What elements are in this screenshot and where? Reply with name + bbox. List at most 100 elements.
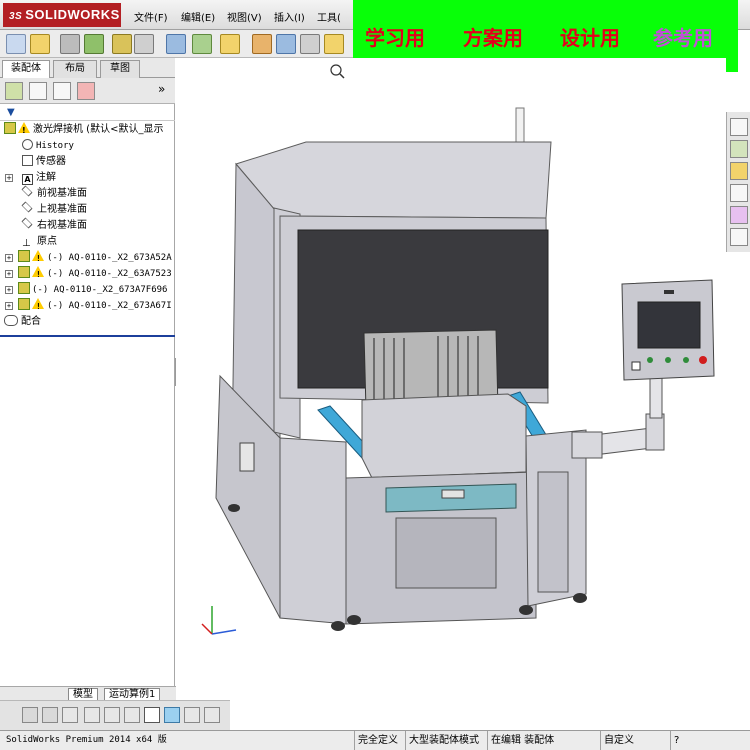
display-manager-icon[interactable] xyxy=(77,82,95,100)
tree-item-assembly[interactable]: 激光焊接机 (默认<默认_显示 xyxy=(4,122,163,139)
configuration-manager-icon[interactable] xyxy=(53,82,71,100)
graphics-area[interactable] xyxy=(176,58,726,690)
tree-item-label: 上视基准面 xyxy=(37,204,87,215)
tree-item-part[interactable]: + (-) AQ-0110-_X2_63A7523 xyxy=(0,266,172,283)
tree-item-label: 配合 xyxy=(21,316,41,327)
feature-manager-icon[interactable] xyxy=(5,82,23,100)
exploded-view-icon[interactable] xyxy=(324,34,344,54)
status-editing: 在编辑 装配体 xyxy=(487,731,554,750)
tree-item-sensors[interactable]: 传感器 xyxy=(22,154,66,170)
custom-properties-icon[interactable] xyxy=(730,228,748,246)
expand-icon[interactable]: + xyxy=(5,302,13,310)
tree-item-label: (-) AQ-0110-_X2_673A7F696 xyxy=(32,285,168,295)
pin-icon[interactable] xyxy=(60,34,80,54)
rollback-bar[interactable] xyxy=(0,335,175,337)
tab-assembly[interactable]: 装配体 xyxy=(2,60,50,78)
part-icon xyxy=(18,298,30,310)
status-units-custom[interactable]: 自定义 xyxy=(600,731,634,750)
history-icon xyxy=(22,139,33,150)
file-explorer-icon[interactable] xyxy=(730,162,748,180)
annotation-icon: A xyxy=(22,172,33,185)
apply-scene-icon[interactable] xyxy=(124,707,140,723)
tree-item-mates[interactable]: 配合 xyxy=(4,314,41,330)
tree-item-part[interactable]: + (-) AQ-0110-_X2_673A52A xyxy=(0,250,172,267)
status-large-assembly-mode: 大型装配体模式 xyxy=(405,731,479,750)
tree-item-right-plane[interactable]: 右视基准面 xyxy=(21,217,87,234)
previous-view-icon[interactable] xyxy=(22,707,38,723)
expand-icon[interactable]: + xyxy=(5,174,13,182)
tree-item-top-plane[interactable]: 上视基准面 xyxy=(21,201,87,218)
heads-up-toolbar xyxy=(0,700,230,730)
view-orientation-icon[interactable] xyxy=(164,707,180,723)
tab-sketch[interactable]: 草图 xyxy=(100,60,140,78)
menu-edit[interactable]: 编辑(E) xyxy=(181,9,215,24)
tree-item-history[interactable]: History xyxy=(22,138,74,154)
tree-item-annotations[interactable]: + A 注解 xyxy=(0,170,56,186)
realview-icon[interactable] xyxy=(184,707,200,723)
mate-icon[interactable] xyxy=(134,34,154,54)
plane-icon xyxy=(21,201,33,213)
tree-item-label: 原点 xyxy=(37,236,57,247)
tree-item-part[interactable]: + (-) AQ-0110-_X2_673A67I xyxy=(0,298,172,315)
panel-tabs: 装配体 布局 草图 xyxy=(0,58,175,78)
part-icon xyxy=(18,250,30,262)
more-panels-button[interactable]: » xyxy=(158,82,165,96)
appearances-icon[interactable] xyxy=(730,206,748,224)
new-document-icon[interactable] xyxy=(6,34,26,54)
filter-bar[interactable]: ▼ xyxy=(0,105,175,121)
sensor-icon xyxy=(22,155,33,166)
solidworks-logo[interactable]: 3S SOLIDWORKS xyxy=(3,3,121,27)
section-view-icon[interactable] xyxy=(42,707,58,723)
menu-tools[interactable]: 工具( xyxy=(317,9,341,24)
tab-layout[interactable]: 布局 xyxy=(53,60,97,78)
move-component-icon[interactable] xyxy=(166,34,186,54)
solidworks-resources-icon[interactable] xyxy=(730,118,748,136)
part-icon xyxy=(18,282,30,294)
expand-icon[interactable]: + xyxy=(5,286,13,294)
status-bar: SolidWorks Premium 2014 x64 版 完全定义 大型装配体… xyxy=(0,730,750,750)
bill-of-materials-icon[interactable] xyxy=(300,34,320,54)
design-library-icon[interactable] xyxy=(730,140,748,158)
warning-icon xyxy=(32,250,44,267)
expand-icon[interactable]: + xyxy=(5,270,13,278)
warning-icon xyxy=(18,122,30,139)
new-motion-study-icon[interactable] xyxy=(276,34,296,54)
property-manager-icon[interactable] xyxy=(29,82,47,100)
tree-item-label: 右视基准面 xyxy=(37,220,87,231)
help-icon[interactable]: ? xyxy=(670,731,679,750)
warning-icon xyxy=(32,298,44,315)
filter-icon[interactable]: ▼ xyxy=(7,107,15,118)
tree-item-front-plane[interactable]: 前视基准面 xyxy=(21,185,87,202)
view-palette-icon[interactable] xyxy=(730,184,748,202)
banner-text: 设计用 xyxy=(560,26,620,50)
menu-insert[interactable]: 插入(I) xyxy=(274,9,305,24)
banner-text: 学习用 xyxy=(365,26,425,50)
open-folder-icon[interactable] xyxy=(30,34,50,54)
display-style-icon[interactable] xyxy=(62,707,78,723)
status-app-version: SolidWorks Premium 2014 x64 版 xyxy=(6,735,167,745)
manager-bar: » xyxy=(0,78,175,104)
view-settings-icon[interactable] xyxy=(144,707,160,723)
banner-text: 方案用 xyxy=(463,26,523,50)
command-toolbar xyxy=(0,30,360,58)
insert-component-icon[interactable] xyxy=(112,34,132,54)
show-hidden-icon[interactable] xyxy=(192,34,212,54)
assembly-features-icon[interactable] xyxy=(220,34,240,54)
hide-show-icon[interactable] xyxy=(84,707,100,723)
triad-x-axis xyxy=(211,629,237,635)
bottom-tabs: 模型 运动算例1 xyxy=(0,686,176,701)
menu-view[interactable]: 视图(V) xyxy=(227,9,262,24)
reference-geometry-icon[interactable] xyxy=(252,34,272,54)
tree-item-part[interactable]: + (-) AQ-0110-_X2_673A7F696 xyxy=(0,282,167,298)
smart-fastener-icon[interactable] xyxy=(84,34,104,54)
zoom-icon[interactable] xyxy=(330,64,342,76)
origin-icon: ⊥ xyxy=(22,238,31,249)
menu-file[interactable]: 文件(F) xyxy=(134,9,168,24)
tree-item-label: History xyxy=(36,141,74,151)
mates-icon xyxy=(4,315,18,326)
edit-appearance-icon[interactable] xyxy=(104,707,120,723)
shadows-icon[interactable] xyxy=(204,707,220,723)
expand-icon[interactable]: + xyxy=(5,254,13,262)
tree-item-origin[interactable]: ⊥ 原点 xyxy=(22,234,57,250)
tree-item-label: 传感器 xyxy=(36,156,66,167)
